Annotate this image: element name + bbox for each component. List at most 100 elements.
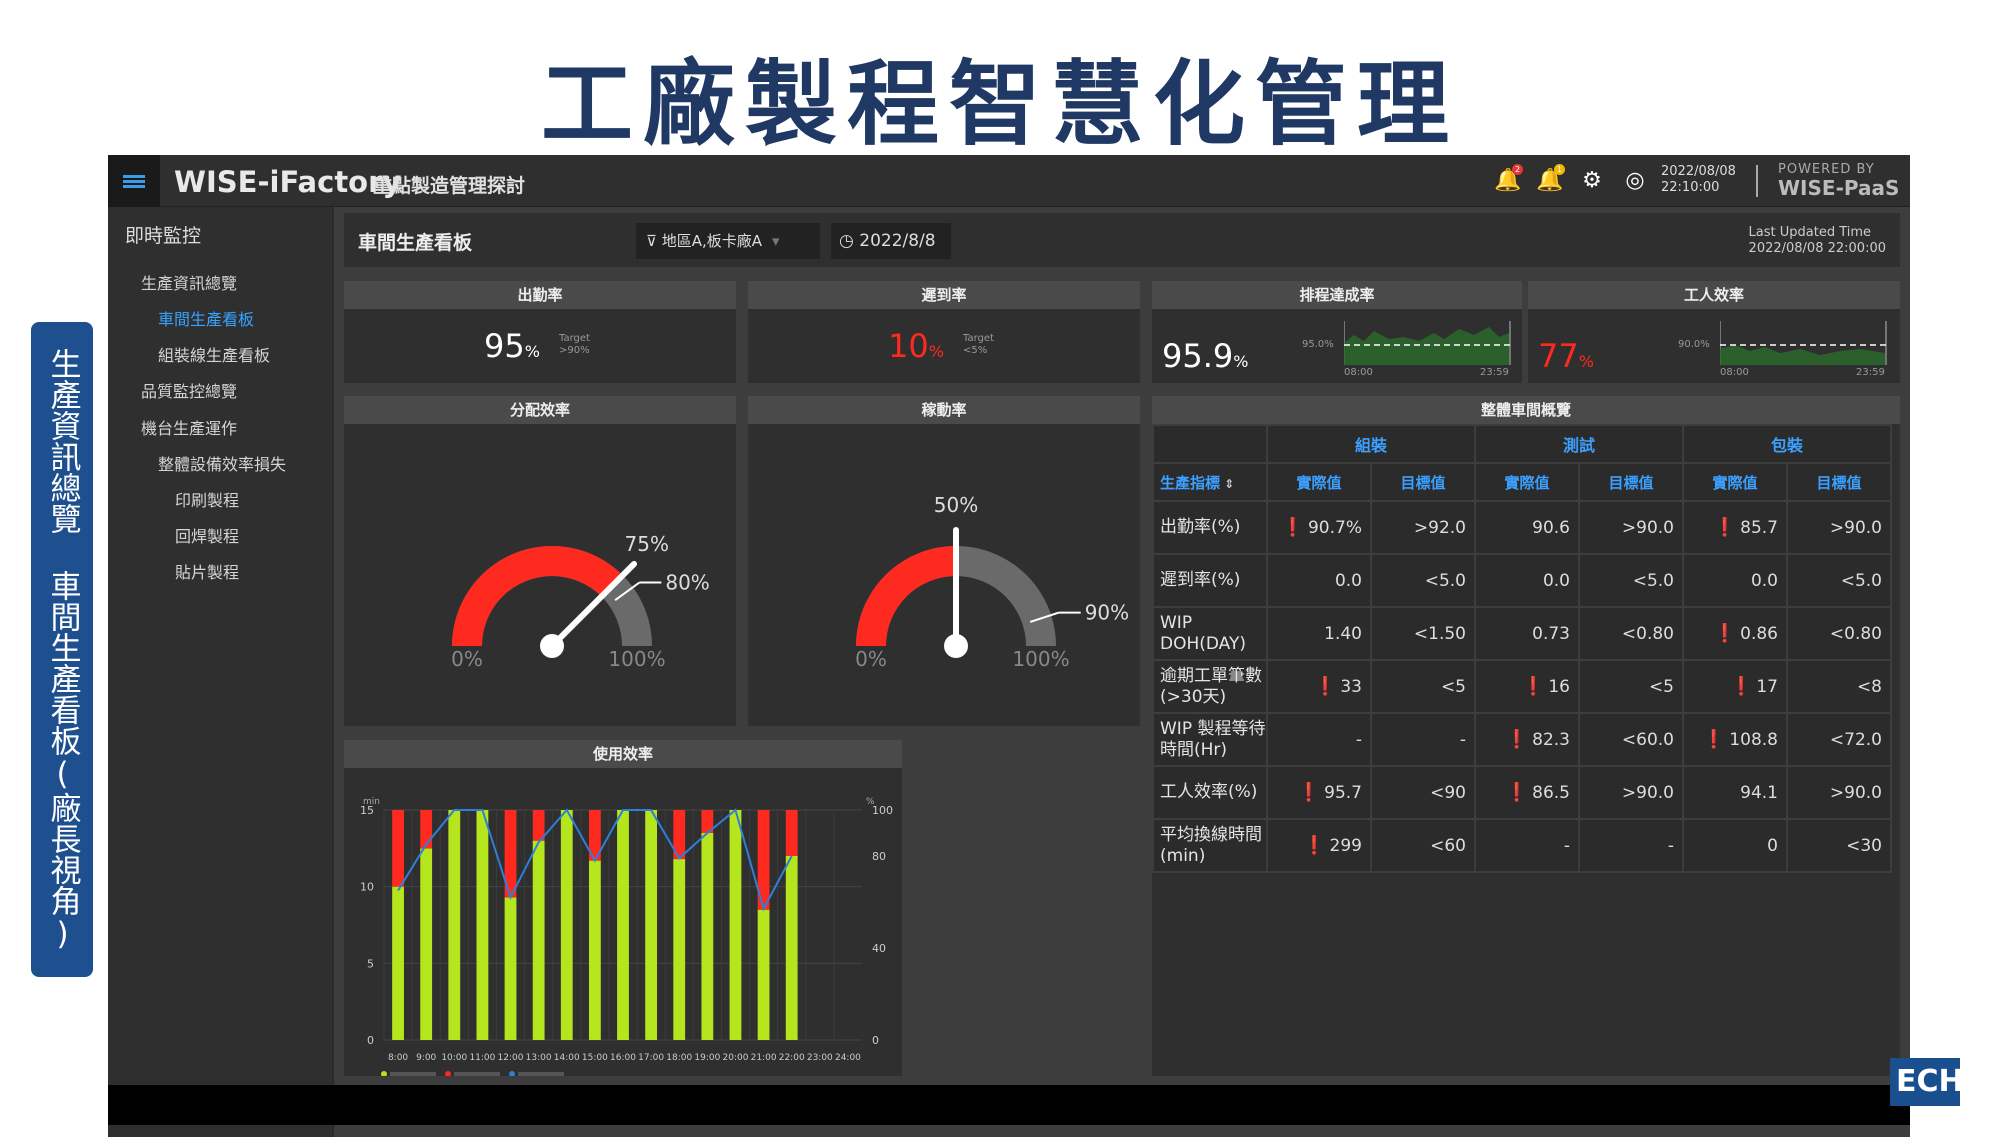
- cell-value: 33: [1340, 677, 1362, 697]
- gauge-alloc-panel: 分配效率 80% 75% 0% 100%: [344, 396, 736, 726]
- sidebar-item-overview[interactable]: 生產資訊總覽: [141, 270, 237, 294]
- overview-table: 組裝 測試 包裝 生產指標 ⇕ 實際值 目標值 實際值 目標值 實際值 目標值 出勤率(%) ❗ 90.…: [1152, 424, 1892, 873]
- table-cell: ❗ 0.86: [1682, 606, 1788, 661]
- warning-icon: ❗: [1521, 676, 1545, 697]
- row-label: 逾期工單筆數(>30天): [1152, 659, 1268, 714]
- cell-value: <0.80: [1621, 623, 1674, 644]
- sidebar-section-title[interactable]: 即時監控: [125, 221, 201, 248]
- table-row: WIP DOH(DAY) 1.40 <1.50 0.73 <0.80 ❗ 0.86 <0.80: [1152, 606, 1892, 661]
- table-cell: <1.50: [1370, 606, 1476, 661]
- warning-icon: ❗: [1313, 676, 1337, 697]
- table-cell: <60: [1370, 818, 1476, 873]
- warning-icon: ❗: [1281, 517, 1304, 538]
- chart-x-tick: 12:00: [498, 1053, 524, 1063]
- cell-value: <60: [1430, 835, 1466, 856]
- chart-x-tick: 18:00: [666, 1053, 692, 1063]
- chart-bar-green: [560, 810, 573, 1040]
- kpi-schedule-tend: 23:59: [1480, 367, 1509, 378]
- chart-y-tick: 0: [367, 1034, 374, 1047]
- last-updated-label: Last Updated Time: [1748, 225, 1872, 240]
- chart-bar-red: [785, 810, 798, 856]
- sidebar-item-smt[interactable]: 貼片製程: [175, 559, 239, 583]
- chart-y2-tick: 40: [872, 942, 886, 955]
- gauge-util-max-label: 100%: [1012, 647, 1069, 671]
- cell-value: <1.50: [1413, 623, 1466, 644]
- chart-bar-green: [532, 840, 545, 1040]
- chart-x-tick: 11:00: [469, 1053, 495, 1063]
- row-label: WIP DOH(DAY): [1152, 606, 1268, 661]
- cell-value: 94.1: [1740, 782, 1778, 803]
- kpi-attendance: 出勤率 95% Target >90%: [344, 281, 736, 383]
- sidebar-item-printing[interactable]: 印刷製程: [175, 487, 239, 511]
- chart-bar-green: [588, 860, 601, 1040]
- alert-bell-icon[interactable]: 🔔 2: [1494, 164, 1523, 194]
- warning-icon: ❗: [1713, 623, 1737, 644]
- overview-panel: 整體車間概覽 組裝 測試 包裝 生產指標 ⇕ 實際值 目標值 實際值 目標值 實際值 目標值 出勤率…: [1152, 396, 1900, 1076]
- company-logo-fragment: ECH: [1890, 1058, 1964, 1106]
- table-cell: <5: [1578, 659, 1684, 714]
- sidebar-item-machine[interactable]: 機台生產運作: [141, 415, 237, 439]
- table-cell: 0.0: [1266, 553, 1372, 608]
- cell-value: 0: [1767, 835, 1778, 856]
- kpi-late-title: 遲到率: [748, 281, 1140, 309]
- cell-value: 90.6: [1532, 517, 1570, 538]
- chart-bar-green: [645, 810, 658, 1040]
- cell-value: 16: [1548, 677, 1570, 697]
- cell-value: <5: [1440, 676, 1466, 697]
- kpi-attendance-target: Target >90%: [559, 333, 590, 356]
- sidebar-item-assembly-board[interactable]: 組裝線生產看板: [158, 342, 270, 366]
- table-cell: <90: [1370, 765, 1476, 820]
- notice-bell-icon[interactable]: 🔔 1: [1536, 164, 1565, 194]
- cell-value: <5.0: [1424, 570, 1466, 591]
- chevron-down-icon: ▾: [772, 232, 780, 250]
- chart-legend-swatch: [445, 1071, 451, 1076]
- row-label: 平均換線時間(min): [1152, 818, 1268, 873]
- cell-value: -: [1355, 729, 1362, 750]
- kpi-worker-tstart: 08:00: [1720, 367, 1749, 378]
- hamburger-menu-button[interactable]: [108, 155, 160, 207]
- cell-value: -: [1563, 835, 1570, 856]
- table-cell: -: [1474, 818, 1580, 873]
- col-target-2: 目標值: [1786, 462, 1892, 502]
- table-cell: 0.73: [1474, 606, 1580, 661]
- last-updated-value: 2022/08/08 22:00:00: [1748, 241, 1886, 256]
- sidebar-item-workshop-board[interactable]: 車間生產看板: [158, 306, 254, 330]
- table-cell: 0: [1682, 818, 1788, 873]
- gauge-util: 90% 50% 0% 100%: [855, 493, 1129, 671]
- row-label: 遲到率(%): [1152, 553, 1268, 608]
- cell-value: 82.3: [1532, 730, 1570, 750]
- chart-x-tick: 23:00: [807, 1053, 833, 1063]
- cell-value: 0.86: [1740, 624, 1778, 644]
- sort-icon[interactable]: ⇕: [1220, 477, 1234, 491]
- table-cell: ❗ 16: [1474, 659, 1580, 714]
- cell-value: -: [1459, 729, 1466, 750]
- cell-value: <60.0: [1621, 729, 1674, 750]
- user-icon[interactable]: ◎: [1622, 168, 1648, 194]
- region-filter[interactable]: ⊽ 地區A,板卡廠A ▾: [636, 223, 820, 259]
- filter-bar: 車間生產看板 ⊽ 地區A,板卡廠A ▾ ◷ 2022/8/8 Last Updat…: [344, 213, 1900, 267]
- table-cell: 0.0: [1474, 553, 1580, 608]
- table-cell: >90.0: [1786, 765, 1892, 820]
- cell-value: <0.80: [1829, 623, 1882, 644]
- col-actual-1: 實際值: [1474, 462, 1580, 502]
- kpi-schedule-sparkline: [1344, 321, 1511, 365]
- group-header-1: 測試: [1474, 424, 1684, 464]
- sidebar-item-quality[interactable]: 品質監控總覽: [141, 378, 237, 402]
- table-cell: ❗ 82.3: [1474, 712, 1580, 767]
- table-row: 工人效率(%) ❗ 95.7 <90 ❗ 86.5 >90.0 94.1 >90.0: [1152, 765, 1892, 820]
- cell-value: -: [1667, 835, 1674, 856]
- table-cell: <5.0: [1578, 553, 1684, 608]
- table-cell: >92.0: [1370, 500, 1476, 555]
- chart-legend: [381, 1071, 564, 1076]
- cell-value: >90.0: [1621, 517, 1674, 538]
- sidebar-item-reflow[interactable]: 回焊製程: [175, 523, 239, 547]
- cell-value: <5: [1648, 676, 1674, 697]
- chart-legend-swatch: [381, 1071, 387, 1076]
- sidebar-item-oee-loss[interactable]: 整體設備效率損失: [158, 451, 286, 475]
- warning-icon: ❗: [1505, 729, 1529, 750]
- gear-icon[interactable]: ⚙: [1579, 168, 1605, 194]
- date-picker[interactable]: ◷ 2022/8/8: [831, 223, 951, 259]
- table-cell: <72.0: [1786, 712, 1892, 767]
- chart-bar-green: [448, 810, 461, 1040]
- cell-value: 86.5: [1532, 783, 1570, 803]
